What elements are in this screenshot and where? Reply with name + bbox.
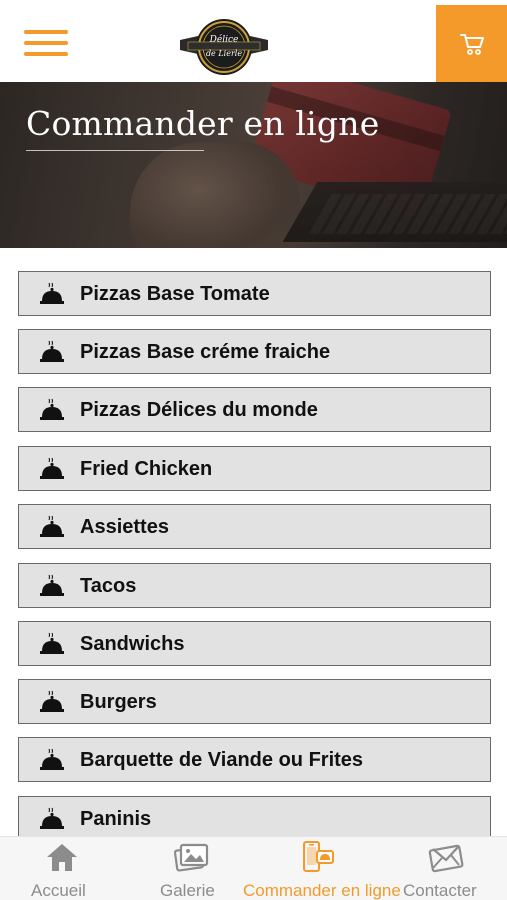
category-label: Sandwichs — [80, 633, 185, 655]
category-item-sandwichs[interactable]: Sandwichs — [18, 621, 491, 666]
nav-accueil[interactable]: Accueil — [0, 837, 125, 900]
mail-icon — [428, 844, 464, 873]
logo-text-line1: Délice — [209, 34, 239, 45]
nav-label: Commander en ligne — [243, 881, 401, 900]
nav-label: Accueil — [31, 881, 86, 900]
cloche-icon — [40, 632, 64, 654]
cloche-icon — [40, 748, 64, 770]
nav-label: Contacter — [403, 881, 477, 900]
order-online-icon — [303, 841, 334, 872]
title-underline — [26, 150, 204, 151]
category-label: Paninis — [80, 808, 152, 830]
nav-commander-en-ligne[interactable]: Commander en ligne — [242, 837, 401, 900]
category-label: Assiettes — [80, 516, 169, 538]
cloche-icon — [40, 515, 64, 537]
gallery-icon — [173, 843, 209, 872]
nav-contacter[interactable]: Contacter — [400, 837, 507, 900]
category-list: Pizzas Base Tomate Pizzas Base créme fra… — [0, 248, 507, 838]
category-label: Burgers — [80, 691, 157, 713]
category-item-pizzas-base-creme-fraiche[interactable]: Pizzas Base créme fraiche — [18, 329, 491, 374]
cloche-icon — [40, 574, 64, 596]
category-label: Pizzas Délices du monde — [80, 399, 318, 421]
bottom-nav: Accueil Galerie Commander en ligne Conta… — [0, 836, 507, 900]
hero-banner: Commander en ligne — [0, 82, 507, 248]
category-label: Pizzas Base Tomate — [80, 283, 270, 305]
category-label: Barquette de Viande ou Frites — [80, 749, 364, 771]
menu-icon-bar — [24, 41, 68, 45]
category-item-burgers[interactable]: Burgers — [18, 679, 491, 724]
category-label: Fried Chicken — [80, 458, 213, 480]
cloche-icon — [40, 807, 64, 829]
restaurant-logo[interactable]: Délice de Lierle — [180, 18, 268, 76]
category-item-barquette[interactable]: Barquette de Viande ou Frites — [18, 737, 491, 782]
menu-icon-bar — [24, 30, 68, 34]
cloche-icon — [40, 282, 64, 304]
logo-text-line2: de Lierle — [206, 49, 242, 58]
category-item-pizzas-delices-du-monde[interactable]: Pizzas Délices du monde — [18, 387, 491, 432]
category-item-assiettes[interactable]: Assiettes — [18, 504, 491, 549]
home-icon — [47, 844, 77, 871]
cart-icon — [459, 33, 484, 55]
category-item-tacos[interactable]: Tacos — [18, 563, 491, 608]
nav-label: Galerie — [160, 881, 215, 900]
category-label: Pizzas Base créme fraiche — [80, 341, 331, 363]
cloche-icon — [40, 340, 64, 362]
cloche-icon — [40, 398, 64, 420]
app-header: Délice de Lierle — [0, 0, 507, 82]
menu-icon-bar — [24, 52, 68, 56]
cloche-icon — [40, 690, 64, 712]
category-item-fried-chicken[interactable]: Fried Chicken — [18, 446, 491, 491]
nav-galerie[interactable]: Galerie — [125, 837, 247, 900]
cloche-icon — [40, 457, 64, 479]
category-item-pizzas-base-tomate[interactable]: Pizzas Base Tomate — [18, 271, 491, 316]
category-label: Tacos — [80, 575, 137, 597]
menu-icon[interactable] — [24, 28, 68, 58]
page-title: Commander en ligne — [26, 104, 380, 143]
cart-button[interactable] — [436, 5, 507, 82]
category-item-paninis[interactable]: Paninis — [18, 796, 491, 838]
